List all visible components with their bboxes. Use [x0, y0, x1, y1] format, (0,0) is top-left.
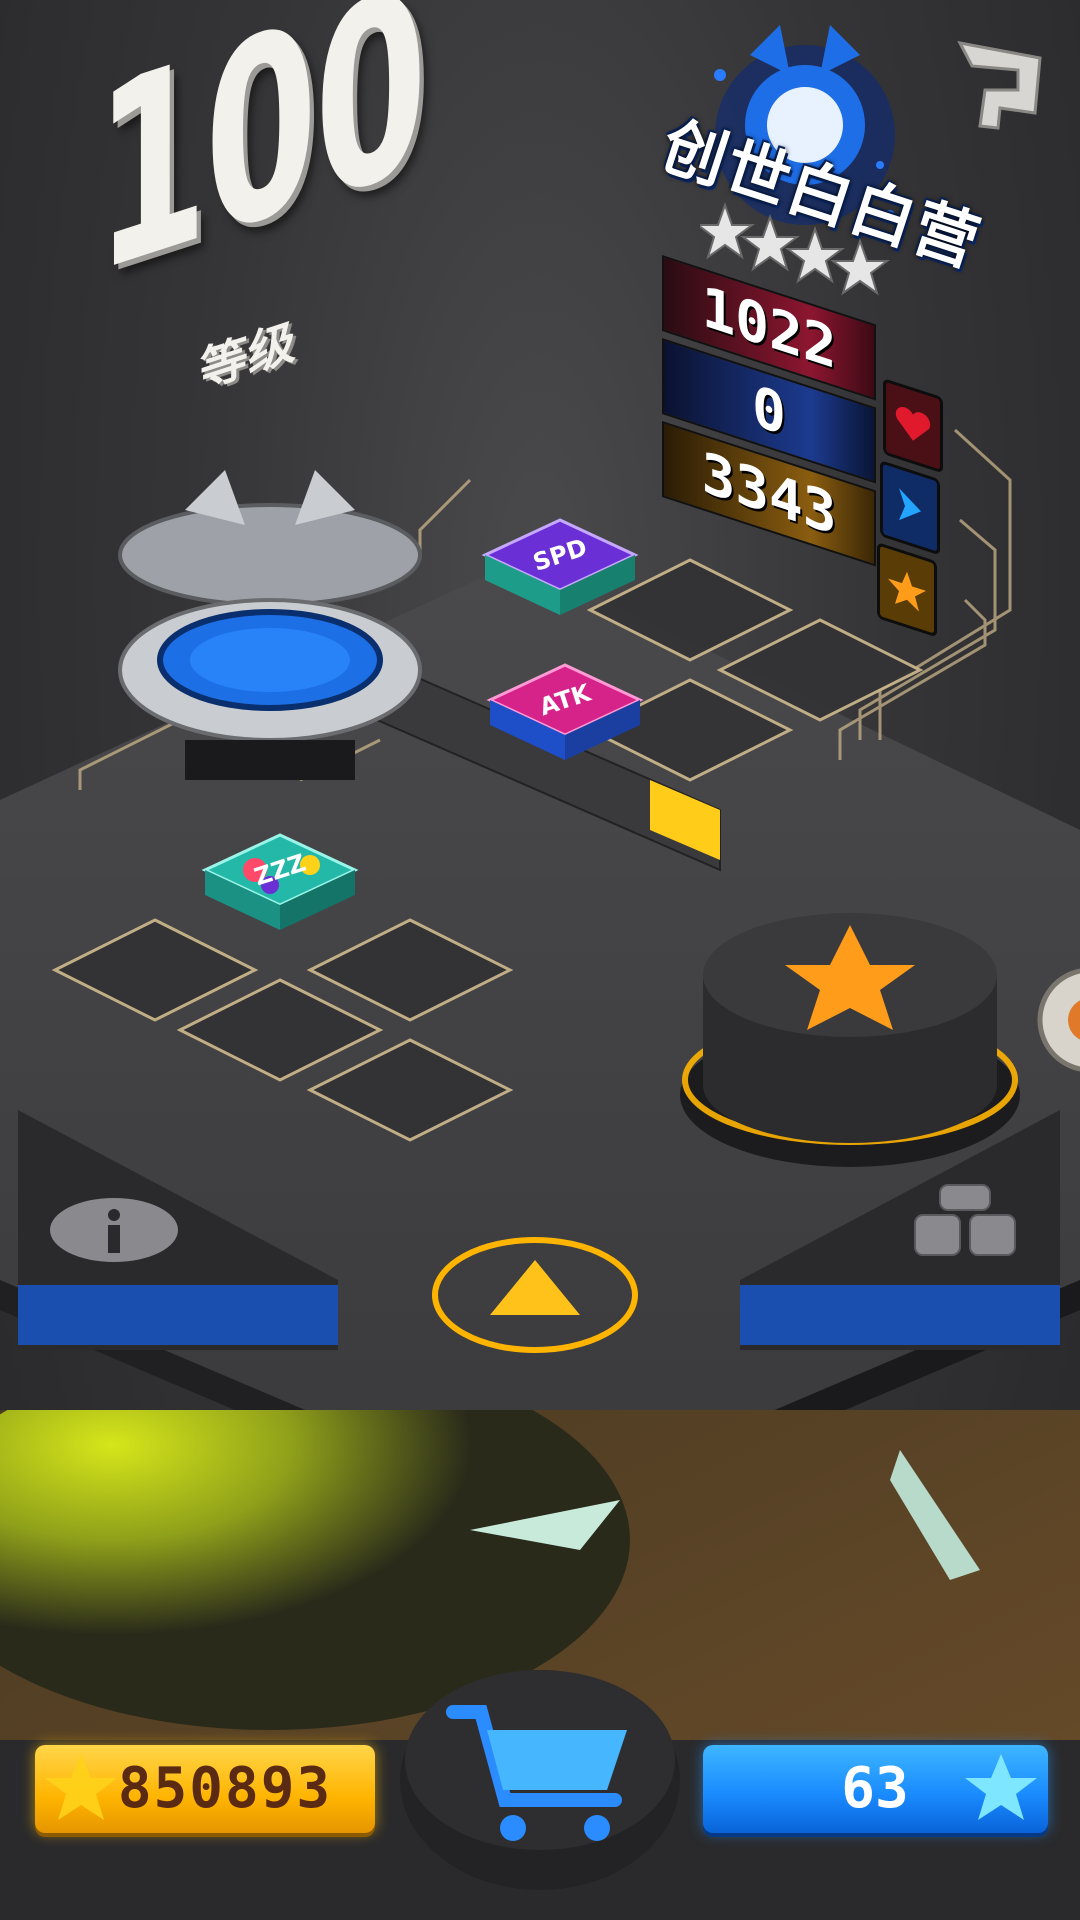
stat-speed-value: 0 [752, 372, 786, 449]
game-screen: 100 等级 创世白白营 1022 0 3343 SPD ATK ZZZ 850… [0, 0, 1080, 1920]
gems-value: 63 [841, 1756, 909, 1821]
tile-atk[interactable]: ATK [485, 660, 645, 770]
info-icon[interactable] [48, 1195, 180, 1265]
portal-pad[interactable] [105, 470, 435, 800]
tile-spd[interactable]: SPD [480, 515, 640, 625]
level-number: 100 [95, 0, 425, 331]
shopping-cart-icon[interactable] [395, 1660, 685, 1890]
side-badge-button[interactable] [1035, 960, 1080, 1080]
up-arrow-icon[interactable] [430, 1235, 640, 1355]
team-icon[interactable] [910, 1180, 1020, 1270]
question-mark-icon[interactable] [940, 28, 1055, 143]
gem-star-icon [965, 1754, 1037, 1820]
tile-zzz[interactable]: ZZZ [200, 830, 360, 940]
star-icon [700, 201, 755, 260]
coins-value: 850893 [117, 1756, 333, 1821]
